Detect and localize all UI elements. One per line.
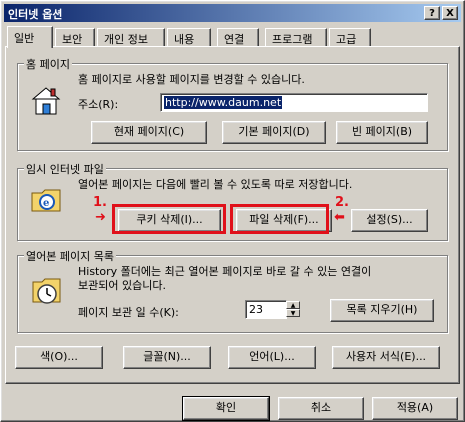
colors-button[interactable]: 색(O)... bbox=[15, 346, 103, 369]
arrow-left-icon: ⬅ bbox=[334, 210, 345, 225]
annotation-step2: 2. bbox=[335, 195, 349, 210]
tab-content[interactable]: 내용 bbox=[167, 28, 211, 47]
home-page-group: 홈 페이지 홈 페이지로 사용할 페이지를 변경할 수 있습니다. 주소(R):… bbox=[17, 56, 448, 151]
highlight-delete-files bbox=[230, 204, 329, 234]
arrow-right-icon: ➜ bbox=[95, 210, 106, 225]
history-description-line2: 보관되어 있습니다. bbox=[78, 279, 166, 292]
days-spinner[interactable]: ▲ ▼ bbox=[286, 301, 300, 318]
accessibility-button[interactable]: 사용자 서식(E)... bbox=[332, 346, 440, 369]
address-value: http://www.daum.net bbox=[164, 96, 283, 109]
days-input[interactable]: 23 bbox=[245, 300, 287, 319]
use-default-button[interactable]: 기본 페이지(D) bbox=[222, 121, 326, 144]
spin-down-icon[interactable]: ▼ bbox=[286, 309, 300, 317]
tab-strip: 일반 보안 개인 정보 내용 연결 프로그램 고급 bbox=[5, 26, 460, 48]
help-button[interactable]: ? bbox=[424, 6, 440, 20]
days-value: 23 bbox=[249, 303, 263, 316]
ok-button[interactable]: 확인 bbox=[182, 396, 270, 421]
clear-history-button[interactable]: 목록 지우기(H) bbox=[330, 299, 434, 322]
address-label: 주소(R): bbox=[78, 98, 119, 111]
cancel-button[interactable]: 취소 bbox=[278, 397, 364, 420]
history-clock-icon bbox=[32, 278, 61, 304]
use-current-button[interactable]: 현재 페이지(C) bbox=[91, 121, 207, 144]
window-title: 인터넷 옵션 bbox=[8, 8, 63, 21]
settings-button[interactable]: 설정(S)... bbox=[351, 209, 428, 232]
folder-ie-icon: e bbox=[31, 189, 61, 212]
spin-up-icon[interactable]: ▲ bbox=[286, 301, 300, 309]
home-icon bbox=[31, 87, 61, 115]
days-label: 페이지 보관 일 수(K): bbox=[78, 306, 179, 319]
history-group: 열어본 페이지 목록 History 폴더에는 최근 열어본 페이지로 바로 갈… bbox=[17, 248, 448, 333]
home-page-description: 홈 페이지로 사용할 페이지를 변경할 수 있습니다. bbox=[78, 73, 305, 86]
temp-files-title: 임시 인터넷 파일 bbox=[24, 161, 106, 177]
tab-privacy[interactable]: 개인 정보 bbox=[97, 28, 165, 47]
tab-connections[interactable]: 연결 bbox=[217, 28, 259, 47]
highlight-delete-cookies bbox=[112, 204, 226, 234]
address-input[interactable]: http://www.daum.net bbox=[160, 93, 428, 112]
title-bar[interactable]: 인터넷 옵션 ? X bbox=[4, 4, 461, 22]
fonts-button[interactable]: 글꼴(N)... bbox=[123, 346, 211, 369]
close-button[interactable]: X bbox=[442, 6, 458, 20]
annotation-step1: 1. bbox=[93, 195, 107, 210]
use-blank-button[interactable]: 빈 페이지(B) bbox=[336, 121, 428, 144]
history-title: 열어본 페이지 목록 bbox=[24, 248, 116, 264]
internet-options-dialog: 인터넷 옵션 ? X 일반 보안 개인 정보 내용 연결 프로그램 고급 홈 페… bbox=[0, 0, 465, 422]
temp-files-description: 열어본 페이지는 다음에 빨리 볼 수 있도록 따로 저장합니다. bbox=[78, 178, 353, 191]
tab-security[interactable]: 보안 bbox=[55, 28, 95, 47]
apply-button[interactable]: 적용(A) bbox=[372, 397, 458, 420]
tab-advanced[interactable]: 고급 bbox=[329, 28, 371, 47]
svg-text:e: e bbox=[43, 198, 49, 209]
tab-general[interactable]: 일반 bbox=[7, 26, 53, 48]
home-page-title: 홈 페이지 bbox=[24, 56, 72, 72]
languages-button[interactable]: 언어(L)... bbox=[228, 346, 316, 369]
tab-programs[interactable]: 프로그램 bbox=[265, 28, 327, 47]
